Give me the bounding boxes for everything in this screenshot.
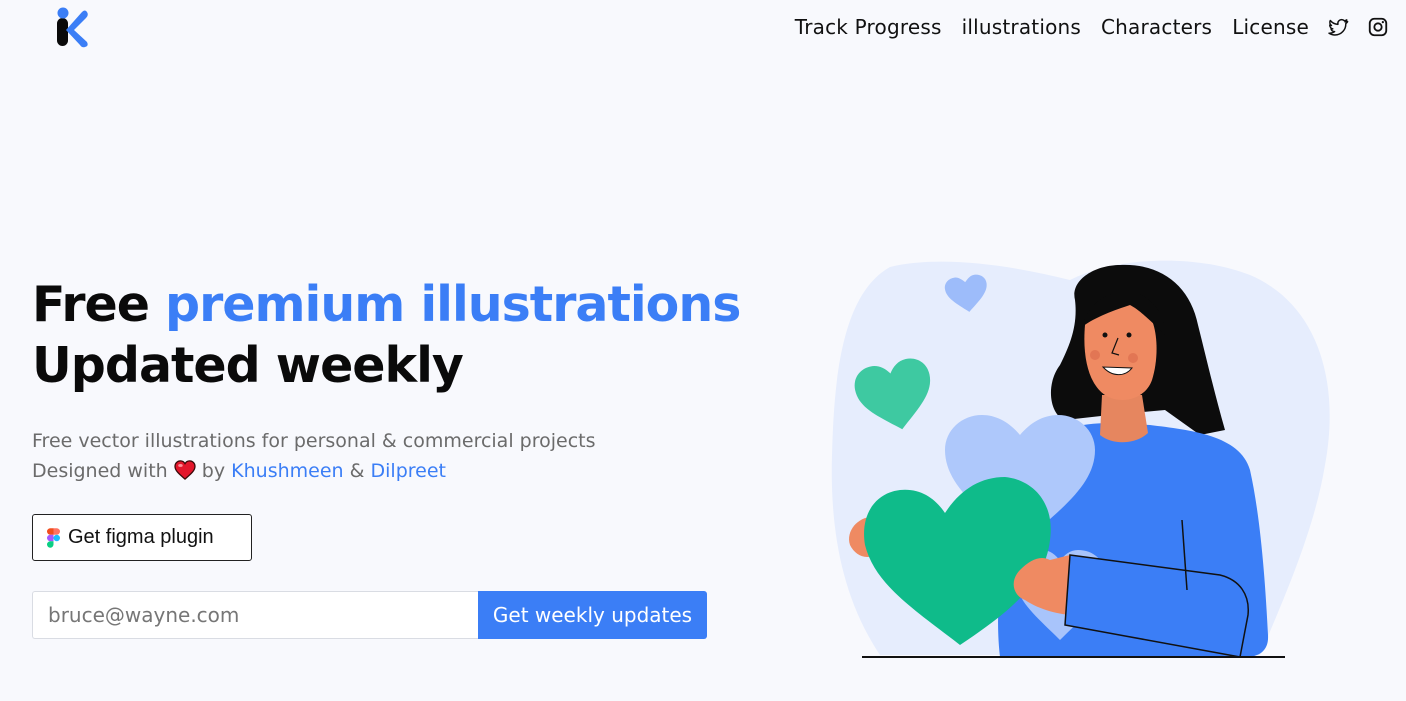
left-cheek bbox=[1090, 350, 1100, 360]
designed-by: by bbox=[201, 460, 226, 482]
ampersand: & bbox=[349, 460, 365, 482]
figma-icon bbox=[47, 527, 60, 548]
figma-button-label: Get figma plugin bbox=[68, 526, 214, 548]
nav-illustrations[interactable]: illustrations bbox=[962, 15, 1081, 39]
neck bbox=[1100, 395, 1148, 443]
weekly-updates-button[interactable]: Get weekly updates bbox=[478, 591, 707, 639]
hero-title: Free premium illustrations Updated weekl… bbox=[32, 274, 741, 396]
nav-characters[interactable]: Characters bbox=[1101, 15, 1212, 39]
left-eye bbox=[1102, 332, 1108, 338]
nav-license[interactable]: License bbox=[1232, 15, 1309, 39]
author-khushmeen-link[interactable]: Khushmeen bbox=[231, 460, 343, 482]
hero-subtitle: Free vector illustrations for personal &… bbox=[32, 426, 596, 486]
figma-plugin-button[interactable]: Get figma plugin bbox=[32, 514, 252, 561]
email-input[interactable] bbox=[32, 591, 478, 639]
instagram-icon[interactable] bbox=[1367, 16, 1389, 38]
twitter-icon[interactable] bbox=[1327, 16, 1349, 38]
heart-icon bbox=[174, 460, 196, 480]
title-line2: Updated weekly bbox=[32, 337, 464, 394]
title-accent: premium illustrations bbox=[165, 276, 741, 333]
designed-prefix: Designed with bbox=[32, 460, 168, 482]
nav-track-progress[interactable]: Track Progress bbox=[795, 15, 942, 39]
logo-icon[interactable] bbox=[54, 6, 90, 48]
top-nav: Track Progress illustrations Characters … bbox=[775, 13, 1389, 41]
subscribe-form: Get weekly updates bbox=[32, 591, 707, 639]
right-cheek bbox=[1128, 353, 1138, 363]
woman-holding-heart-illustration bbox=[831, 260, 1330, 658]
title-part1: Free bbox=[32, 276, 166, 333]
author-dilpreet-link[interactable]: Dilpreet bbox=[371, 460, 446, 482]
right-eye bbox=[1126, 332, 1132, 338]
designed-line: Designed with by Khushmeen & Dilpreet bbox=[32, 456, 596, 486]
subtitle-line: Free vector illustrations for personal &… bbox=[32, 430, 596, 452]
